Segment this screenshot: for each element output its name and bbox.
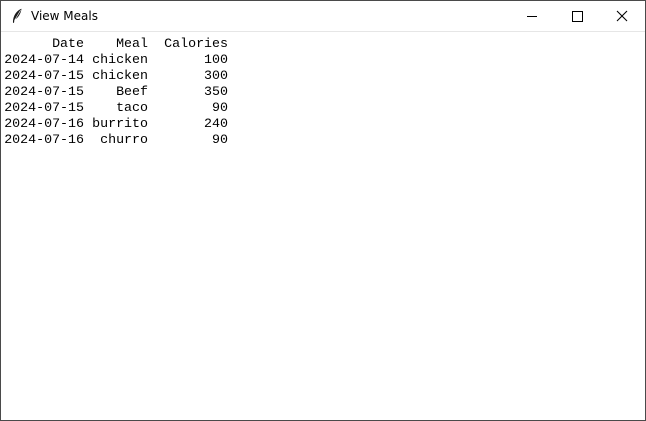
header-date: Date bbox=[52, 36, 84, 51]
cell-date: 2024-07-15 bbox=[4, 100, 84, 115]
cell-date: 2024-07-14 bbox=[4, 52, 84, 67]
table-row: 2024-07-15 Beef 350 bbox=[4, 84, 228, 100]
title-bar[interactable]: View Meals bbox=[1, 1, 645, 32]
cell-meal: burrito bbox=[92, 116, 148, 131]
table-row: 2024-07-15 taco 90 bbox=[4, 100, 228, 116]
cell-date: 2024-07-16 bbox=[4, 132, 84, 147]
app-window: View Meals Date Meal Calories 2024-07-14… bbox=[0, 0, 646, 421]
cell-meal: chicken bbox=[92, 52, 148, 67]
cell-calories: 90 bbox=[212, 100, 228, 115]
close-button[interactable] bbox=[599, 1, 645, 31]
table-header-row: Date Meal Calories bbox=[4, 36, 228, 52]
maximize-button[interactable] bbox=[554, 1, 600, 31]
cell-calories: 90 bbox=[212, 132, 228, 147]
close-icon bbox=[616, 10, 628, 22]
header-calories: Calories bbox=[164, 36, 228, 51]
window-title: View Meals bbox=[31, 9, 98, 23]
minimize-icon bbox=[527, 16, 537, 17]
cell-meal: churro bbox=[100, 132, 148, 147]
text-area[interactable]: Date Meal Calories 2024-07-14 chicken 10… bbox=[1, 32, 645, 420]
cell-meal: chicken bbox=[92, 68, 148, 83]
cell-calories: 240 bbox=[204, 116, 228, 131]
cell-date: 2024-07-16 bbox=[4, 116, 84, 131]
cell-date: 2024-07-15 bbox=[4, 68, 84, 83]
maximize-icon bbox=[572, 11, 583, 22]
cell-calories: 350 bbox=[204, 84, 228, 99]
header-meal: Meal bbox=[116, 36, 148, 51]
cell-calories: 300 bbox=[204, 68, 228, 83]
cell-date: 2024-07-15 bbox=[4, 84, 84, 99]
feather-icon bbox=[11, 8, 23, 24]
cell-meal: taco bbox=[116, 100, 148, 115]
table-row: 2024-07-14 chicken 100 bbox=[4, 52, 228, 68]
table-row: 2024-07-16 churro 90 bbox=[4, 132, 228, 148]
cell-calories: 100 bbox=[204, 52, 228, 67]
table-row: 2024-07-15 chicken 300 bbox=[4, 68, 228, 84]
meals-table: Date Meal Calories 2024-07-14 chicken 10… bbox=[4, 36, 228, 148]
cell-meal: Beef bbox=[116, 84, 148, 99]
minimize-button[interactable] bbox=[509, 1, 555, 31]
table-row: 2024-07-16 burrito 240 bbox=[4, 116, 228, 132]
